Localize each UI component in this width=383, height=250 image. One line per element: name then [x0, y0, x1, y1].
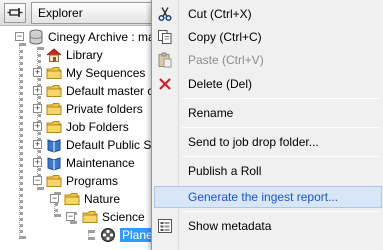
- menu-item-label: Cut (Ctrl+X): [188, 7, 252, 21]
- expand-toggle[interactable]: +: [33, 140, 42, 149]
- collapse-toggle[interactable]: −: [15, 32, 24, 41]
- menu-item-label: Send to job drop folder...: [188, 135, 319, 149]
- folder-icon: [64, 193, 80, 205]
- book-icon: [47, 139, 61, 153]
- house-icon: [46, 48, 62, 62]
- menu-item-label: Rename: [188, 106, 234, 120]
- tree-node-label: Programs: [66, 174, 119, 188]
- tree-node-label: Default Public Se: [66, 138, 159, 152]
- tree-node-root[interactable]: − Cinegy Archive : ma: [0, 28, 155, 46]
- tree-node-library[interactable]: Library: [0, 46, 151, 64]
- menu-item-delete[interactable]: Delete (Del): [154, 73, 382, 95]
- tree-node-my-sequences[interactable]: + My Sequences: [0, 64, 151, 82]
- menu-item-cut[interactable]: Cut (Ctrl+X): [154, 3, 382, 25]
- tree-node-label: Library: [66, 48, 103, 62]
- collapse-toggle[interactable]: −: [50, 194, 59, 203]
- menu-separator: [182, 211, 380, 212]
- menu-separator: [182, 156, 380, 157]
- folder-icon: [46, 175, 62, 187]
- tree-node-label: Maintenance: [66, 156, 135, 170]
- menu-item-publish-roll[interactable]: Publish a Roll: [154, 160, 382, 182]
- scissors-icon: [158, 7, 172, 22]
- folder-icon: [82, 211, 98, 223]
- folder-icon: [46, 85, 62, 97]
- folder-icon: [46, 121, 62, 133]
- book-icon: [47, 157, 61, 171]
- tree-node-science[interactable]: − Science: [0, 208, 151, 226]
- tree-node-programs[interactable]: − Programs: [0, 172, 151, 190]
- tree-node-label: Job Folders: [66, 120, 129, 134]
- menu-item-label: Show metadata: [188, 219, 272, 233]
- explorer-tab[interactable]: Explorer: [31, 2, 159, 24]
- tree-node-maintenance[interactable]: + Maintenance: [0, 154, 151, 172]
- menu-item-label: Publish a Roll: [188, 164, 262, 178]
- menu-separator: [182, 127, 380, 128]
- expand-toggle[interactable]: +: [33, 122, 42, 131]
- tree-node-label: Cinegy Archive : ma: [48, 30, 155, 44]
- expand-toggle[interactable]: +: [33, 68, 42, 77]
- copy-icon: [158, 30, 172, 44]
- folder-icon: [46, 67, 62, 79]
- tree-node-default-public[interactable]: + Default Public Se: [0, 136, 158, 154]
- tree-node-nature[interactable]: − Nature: [0, 190, 151, 208]
- pin-icon: [7, 8, 23, 17]
- menu-item-paste: Paste (Ctrl+V): [154, 49, 382, 71]
- delete-icon: [159, 78, 171, 90]
- tree-node-label: Private folders: [66, 102, 143, 116]
- menu-separator: [182, 98, 380, 99]
- tree-node-job-folders[interactable]: + Job Folders: [0, 118, 151, 136]
- collapse-toggle[interactable]: −: [33, 176, 42, 185]
- metadata-icon: [158, 219, 172, 233]
- tree-node-label: Nature: [84, 192, 121, 206]
- menu-item-label: Generate the ingest report...: [188, 190, 339, 204]
- menu-item-label: Delete (Del): [188, 77, 253, 91]
- menu-item-copy[interactable]: Copy (Ctrl+C): [154, 26, 382, 48]
- tree-node-label: Plane: [120, 228, 155, 242]
- expand-toggle[interactable]: +: [33, 104, 42, 113]
- menu-item-send-to-job-drop[interactable]: Send to job drop folder...: [154, 131, 382, 153]
- menu-item-label: Copy (Ctrl+C): [188, 30, 262, 44]
- database-icon: [29, 29, 43, 45]
- tree-node-private-folders[interactable]: + Private folders: [0, 100, 151, 118]
- menu-item-rename[interactable]: Rename: [154, 102, 382, 124]
- context-menu: Cut (Ctrl+X) Copy (Ctrl+C) Paste (Ctrl+V…: [151, 0, 383, 250]
- expand-toggle[interactable]: +: [33, 86, 42, 95]
- tree-node-label: My Sequences: [66, 66, 146, 80]
- menu-item-generate-ingest-report[interactable]: Generate the ingest report...: [154, 186, 382, 208]
- expand-toggle[interactable]: +: [33, 158, 42, 167]
- menu-item-label: Paste (Ctrl+V): [188, 53, 264, 67]
- tree-node-label: Science: [102, 210, 145, 224]
- menu-item-show-metadata[interactable]: Show metadata: [154, 215, 382, 237]
- tree-node-label: Default master c: [66, 84, 154, 98]
- tree-node-plane[interactable]: Plane: [0, 226, 155, 244]
- pin-button[interactable]: [4, 3, 26, 23]
- film-reel-icon: [101, 228, 115, 242]
- folder-icon: [46, 103, 62, 115]
- paste-icon: [158, 52, 172, 68]
- tree-node-default-master[interactable]: + Default master c: [0, 82, 154, 100]
- collapse-toggle[interactable]: −: [66, 212, 75, 221]
